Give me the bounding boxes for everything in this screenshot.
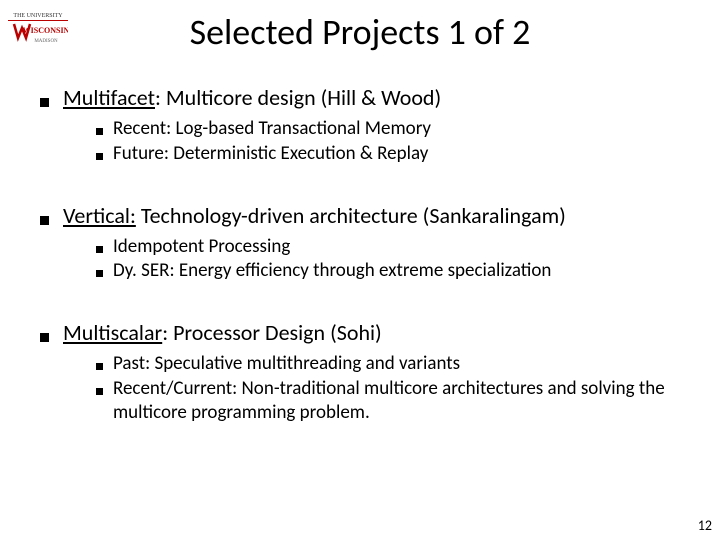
svg-text:THE UNIVERSITY: THE UNIVERSITY — [13, 13, 63, 19]
square-bullet-icon — [96, 270, 103, 277]
section-name: Multifacet — [63, 84, 155, 111]
section-multiscalar: Multiscalar: Processor Design (Sohi) Pas… — [40, 319, 690, 424]
page-number: 12 — [698, 517, 712, 534]
list-item-text: Future: Deterministic Execution & Replay — [113, 142, 690, 166]
square-bullet-icon — [40, 333, 49, 342]
section-name: Multiscalar — [63, 319, 162, 346]
square-bullet-icon — [96, 128, 103, 135]
square-bullet-icon — [96, 246, 103, 253]
slide-title: Selected Projects 1 of 2 — [0, 0, 720, 84]
section-multifacet: Multifacet: Multicore design (Hill & Woo… — [40, 84, 690, 166]
list-item-text: Idempotent Processing — [113, 235, 690, 259]
section-heading: Multiscalar: Processor Design (Sohi) — [40, 319, 690, 346]
square-bullet-icon — [96, 363, 103, 370]
list-item-text: Recent/Current: Non-traditional multicor… — [113, 377, 690, 425]
square-bullet-icon — [40, 216, 49, 225]
square-bullet-icon — [96, 153, 103, 160]
section-heading: Multifacet: Multicore design (Hill & Woo… — [40, 84, 690, 111]
list-item-text: Past: Speculative multithreading and var… — [113, 352, 690, 376]
wisconsin-logo: THE UNIVERSITY WISCONSIN MADISON — [8, 8, 68, 48]
list-item: Recent/Current: Non-traditional multicor… — [96, 377, 690, 425]
list-item-text: Dy. SER: Energy efficiency through extre… — [113, 259, 690, 283]
section-rest: : Processor Design (Sohi) — [162, 319, 382, 346]
section-rest: : Multicore design (Hill & Wood) — [155, 84, 441, 111]
square-bullet-icon — [96, 388, 103, 395]
section-heading: Vertical: Technology-driven architecture… — [40, 202, 690, 229]
list-item: Idempotent Processing — [96, 235, 690, 259]
section-vertical: Vertical: Technology-driven architecture… — [40, 202, 690, 284]
list-item-text: Recent: Log-based Transactional Memory — [113, 117, 690, 141]
list-item: Past: Speculative multithreading and var… — [96, 352, 690, 376]
list-item: Dy. SER: Energy efficiency through extre… — [96, 259, 690, 283]
list-item: Future: Deterministic Execution & Replay — [96, 142, 690, 166]
svg-text:MADISON: MADISON — [34, 39, 58, 44]
list-item: Recent: Log-based Transactional Memory — [96, 117, 690, 141]
square-bullet-icon — [40, 98, 49, 107]
section-name: Vertical: — [63, 202, 136, 229]
slide-content: Multifacet: Multicore design (Hill & Woo… — [0, 84, 720, 424]
svg-text:WISCONSIN: WISCONSIN — [23, 26, 68, 35]
section-rest: Technology-driven architecture (Sankaral… — [136, 202, 566, 229]
